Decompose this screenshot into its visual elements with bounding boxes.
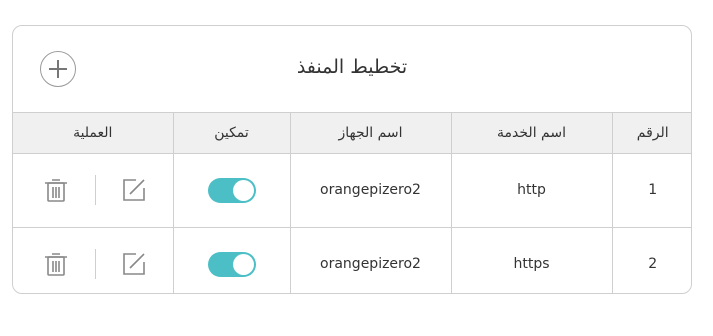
column-enable: تمكين [172, 113, 290, 154]
enable-cell [172, 153, 290, 227]
action-divider [95, 248, 96, 279]
trash-icon[interactable] [44, 251, 68, 277]
enable-toggle[interactable] [207, 177, 256, 203]
table-header-row: العملية تمكين اسم الجهاز اسم الخدمة الرق… [13, 113, 691, 154]
enable-toggle[interactable] [207, 251, 256, 277]
action-divider [95, 174, 96, 205]
number-cell: 1 [611, 153, 691, 227]
toggle-knob [232, 253, 254, 275]
operation-cell [13, 226, 173, 293]
column-device-name: اسم الجهاز [289, 113, 451, 154]
edit-icon[interactable] [122, 252, 146, 276]
column-operation: العملية [13, 113, 173, 154]
column-service-name: اسم الخدمة [450, 113, 612, 154]
table-row: orangepizero2 https 2 [13, 226, 691, 293]
toggle-knob [232, 179, 254, 201]
column-number: الرقم [611, 113, 691, 154]
card-header: تخطيط المنفذ [13, 26, 691, 113]
operation-cell [13, 153, 173, 227]
service-name-cell: http [450, 153, 612, 227]
enable-cell [172, 226, 290, 293]
port-mapping-card: تخطيط المنفذ العملية تمكين اسم الجهاز اس… [12, 25, 692, 294]
service-name-cell: https [450, 226, 612, 293]
device-name-cell: orangepizero2 [289, 153, 451, 227]
device-name-cell: orangepizero2 [289, 226, 451, 293]
number-cell: 2 [611, 226, 691, 293]
table-row: orangepizero2 http 1 [13, 153, 691, 227]
page-title: تخطيط المنفذ [296, 56, 408, 78]
trash-icon[interactable] [44, 177, 68, 203]
edit-icon[interactable] [122, 178, 146, 202]
port-mapping-table: العملية تمكين اسم الجهاز اسم الخدمة الرق… [13, 113, 691, 293]
